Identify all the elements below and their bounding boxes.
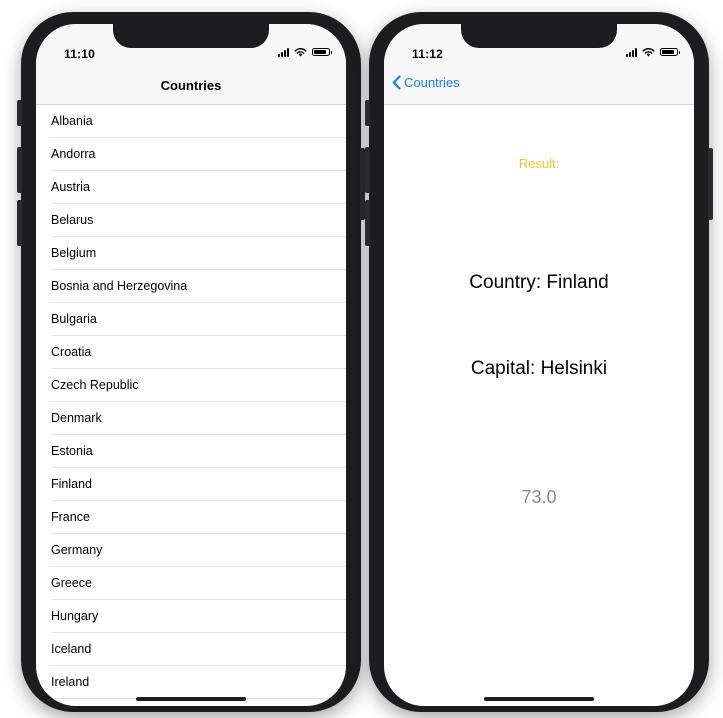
home-indicator[interactable]: [484, 697, 594, 701]
list-item[interactable]: France: [36, 501, 346, 534]
phone-right: 11:12 Countries Result: Country: Finland…: [365, 12, 713, 712]
signal-icon: [626, 47, 637, 57]
list-item[interactable]: Estonia: [36, 435, 346, 468]
status-icons: [626, 47, 680, 57]
list-item[interactable]: Finland: [36, 468, 346, 501]
volume-down-button: [17, 200, 22, 246]
phone-left: 11:10 Countries Albania Andorra Austria …: [17, 12, 365, 712]
status-time: 11:12: [412, 47, 444, 61]
wifi-icon: [294, 48, 307, 57]
volume-up-button: [17, 147, 22, 193]
notch: [461, 24, 617, 48]
list-item[interactable]: Ireland: [36, 666, 346, 699]
list-item[interactable]: Croatia: [36, 336, 346, 369]
list-item[interactable]: Greece: [36, 567, 346, 600]
nav-bar: Countries: [384, 68, 694, 105]
list-item[interactable]: Albania: [36, 105, 346, 138]
list-item[interactable]: Germany: [36, 534, 346, 567]
list-item[interactable]: Czech Republic: [36, 369, 346, 402]
list-item[interactable]: Iceland: [36, 633, 346, 666]
list-item[interactable]: Austria: [36, 171, 346, 204]
volume-down-button: [365, 200, 370, 246]
home-indicator[interactable]: [136, 697, 246, 701]
list-item[interactable]: Belarus: [36, 204, 346, 237]
battery-icon: [660, 48, 680, 56]
result-label: Result:: [518, 156, 560, 171]
list-item[interactable]: Belgium: [36, 237, 346, 270]
list-item[interactable]: Hungary: [36, 600, 346, 633]
power-button: [708, 148, 713, 220]
mute-switch: [365, 100, 370, 126]
capital-text: Capital: Helsinki: [470, 358, 608, 379]
status-icons: [278, 47, 332, 57]
mute-switch: [17, 100, 22, 126]
country-list: Albania Andorra Austria Belarus Belgium …: [36, 105, 346, 699]
value-text: 73.0: [521, 487, 557, 507]
chevron-left-icon: [392, 75, 401, 90]
screen-right: 11:12 Countries Result: Country: Finland…: [384, 24, 694, 706]
screen-left: 11:10 Countries Albania Andorra Austria …: [36, 24, 346, 706]
battery-icon: [312, 48, 332, 56]
signal-icon: [278, 47, 289, 57]
list-item[interactable]: Denmark: [36, 402, 346, 435]
status-time: 11:10: [64, 47, 96, 61]
back-button-label: Countries: [404, 75, 460, 90]
list-item[interactable]: Andorra: [36, 138, 346, 171]
notch: [113, 24, 269, 48]
country-text: Country: Finland: [469, 272, 609, 293]
wifi-icon: [642, 48, 655, 57]
nav-title: Countries: [160, 78, 222, 93]
list-item[interactable]: Bulgaria: [36, 303, 346, 336]
nav-bar: Countries: [36, 68, 346, 105]
back-button[interactable]: Countries: [392, 75, 460, 90]
volume-up-button: [365, 147, 370, 193]
list-item[interactable]: Bosnia and Herzegovina: [36, 270, 346, 303]
